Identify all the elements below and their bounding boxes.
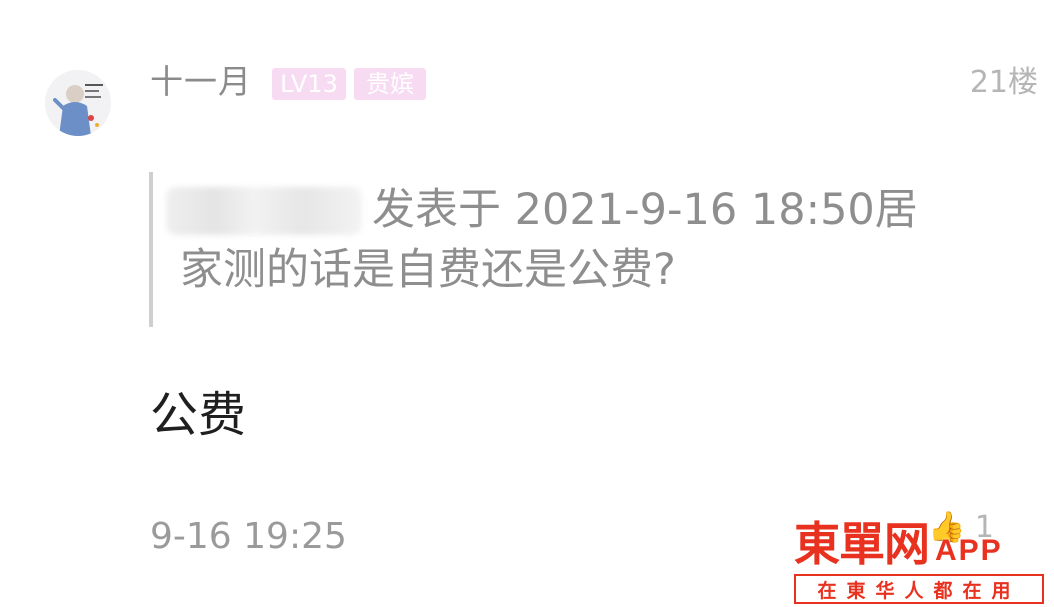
level-badge: LV13 xyxy=(272,68,346,100)
floor-number: 21楼 xyxy=(969,65,1038,100)
quote-block: 发表于 2021-9-16 18:50居 家测的话是自费还是公费? xyxy=(180,180,1000,300)
quote-text-line2: 家测的话是自费还是公费? xyxy=(180,245,676,295)
reply-content: 公费 xyxy=(150,387,247,443)
quote-text-line1: 发表于 2021-9-16 18:50居 xyxy=(372,185,918,235)
avatar[interactable] xyxy=(45,70,111,136)
watermark-app: APP xyxy=(935,534,1003,567)
username[interactable]: 十一月 xyxy=(150,60,252,104)
quote-bar xyxy=(149,172,153,327)
post-time: 9-16 19:25 xyxy=(150,516,347,557)
avatar-image xyxy=(45,70,111,136)
watermark: 東單网 APP 在東华人都在用 xyxy=(794,518,1048,604)
watermark-slogan: 在東华人都在用 xyxy=(794,574,1044,604)
watermark-brand: 東單网 xyxy=(794,517,930,571)
title-badge: 贵嫔 xyxy=(354,68,426,100)
